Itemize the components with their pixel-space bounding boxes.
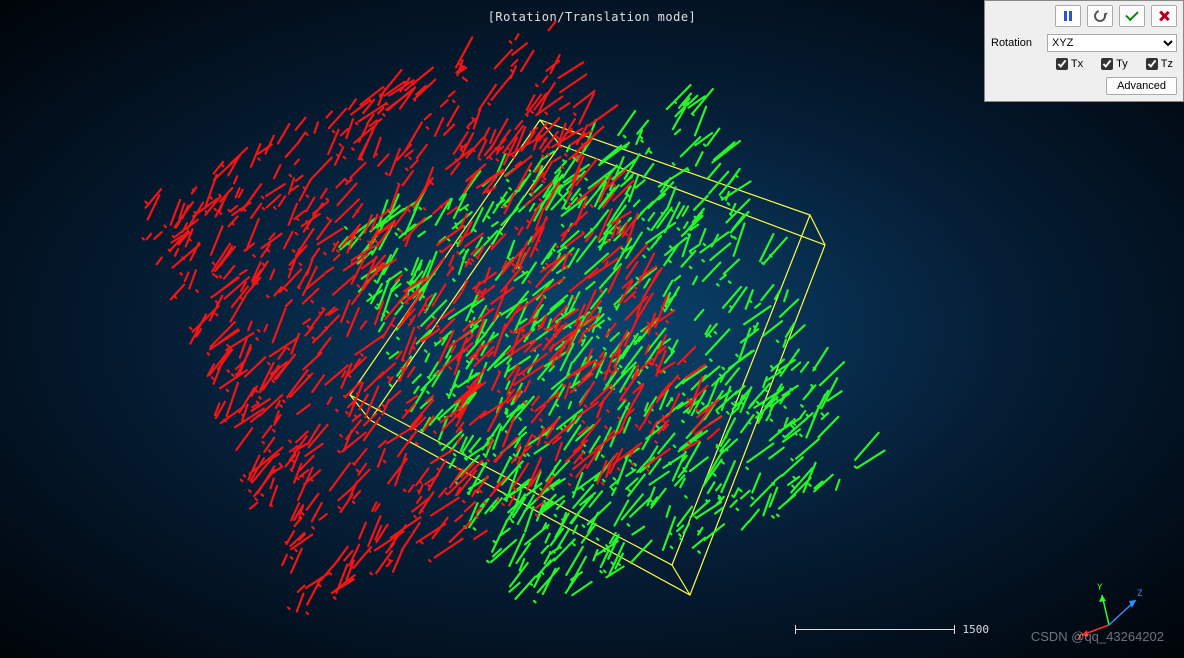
transform-panel: Rotation XYZ Tx Ty Tz Advanced	[984, 0, 1184, 102]
confirm-button[interactable]	[1119, 5, 1145, 27]
reset-icon	[1092, 8, 1108, 24]
watermark: CSDN @qq_43264202	[1031, 629, 1164, 644]
close-icon	[1158, 10, 1170, 22]
ty-check[interactable]: Ty	[1101, 58, 1128, 70]
reset-button[interactable]	[1087, 5, 1113, 27]
pause-button[interactable]	[1055, 5, 1081, 27]
tx-checkbox[interactable]	[1056, 58, 1068, 70]
pause-icon	[1064, 11, 1072, 21]
tx-check[interactable]: Tx	[1056, 58, 1083, 70]
bounding-box	[350, 120, 825, 595]
panel-toolbar	[985, 1, 1183, 31]
tx-label: Tx	[1071, 58, 1083, 70]
tz-label: Tz	[1161, 58, 1173, 70]
ty-checkbox[interactable]	[1101, 58, 1113, 70]
rotation-row: Rotation XYZ	[985, 31, 1183, 55]
scalebar-value: 1500	[963, 623, 990, 636]
pointcloud-red	[143, 22, 722, 615]
scalebar-line	[795, 629, 955, 630]
mode-label: [Rotation/Translation mode]	[488, 10, 697, 24]
check-icon	[1125, 8, 1138, 21]
translation-row: Tx Ty Tz	[985, 55, 1183, 73]
tz-checkbox[interactable]	[1146, 58, 1158, 70]
scale-bar: 1500	[795, 623, 990, 636]
advanced-button[interactable]: Advanced	[1106, 77, 1177, 95]
rotation-select[interactable]: XYZ	[1047, 34, 1177, 52]
axis-y-label: Y	[1097, 583, 1103, 593]
cancel-button[interactable]	[1151, 5, 1177, 27]
tz-check[interactable]: Tz	[1146, 58, 1173, 70]
rotation-label: Rotation	[991, 37, 1043, 49]
axis-z-label: Z	[1137, 589, 1143, 599]
ty-label: Ty	[1116, 58, 1128, 70]
pointcloud-green	[339, 85, 884, 602]
